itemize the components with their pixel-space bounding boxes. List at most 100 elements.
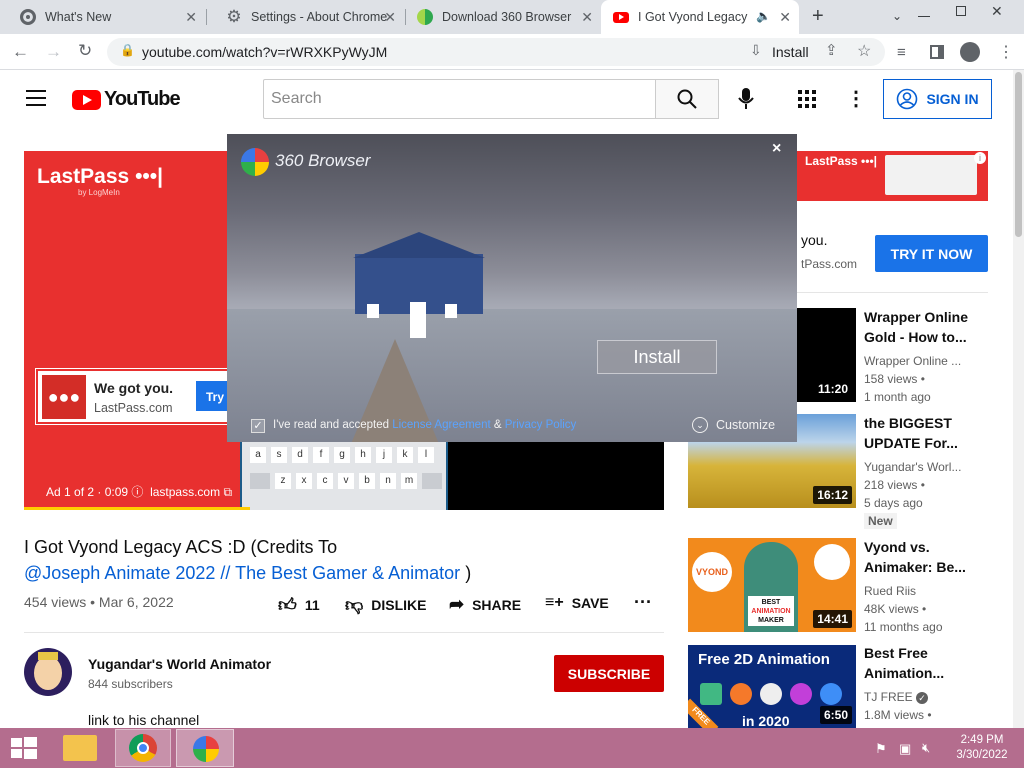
related-thumbnail[interactable]: VYOND BEST ANIMATION MAKER 14:41 xyxy=(688,538,856,632)
install-app-icon[interactable]: ⇩ xyxy=(750,42,762,59)
ad-card[interactable]: ●●● We got you. LastPass.com Try xyxy=(36,369,236,424)
more-actions-icon[interactable]: ··· xyxy=(634,592,652,613)
close-tab-icon[interactable]: ✕ xyxy=(185,9,197,26)
tab-title: What's New xyxy=(45,10,112,24)
share-icon[interactable]: ⇪ xyxy=(825,41,838,59)
video-description: link to his channel xyxy=(88,712,200,728)
license-link[interactable]: License Agreement xyxy=(392,419,490,431)
installer-taskbar-button[interactable] xyxy=(176,729,234,767)
youtube-logo[interactable]: YouTube xyxy=(72,88,181,111)
subscriber-count: 844 subscribers xyxy=(88,677,173,691)
close-window-icon[interactable]: ✕ xyxy=(991,3,1003,20)
related-age: 5 days ago xyxy=(864,496,923,510)
tab-settings[interactable]: ⚙ Settings - About Chrome ✕ xyxy=(206,0,404,34)
related-title[interactable]: Best Free Animation... xyxy=(864,643,984,683)
chrome-menu-icon[interactable]: ⋮ xyxy=(998,42,1014,62)
action-center-flag-icon[interactable]: ⚑ xyxy=(875,741,887,757)
app-icons xyxy=(700,683,842,705)
close-tab-icon[interactable]: ✕ xyxy=(779,9,791,26)
ad-card-sub: LastPass.com xyxy=(94,401,173,415)
like-button[interactable]: 👍︎ 11 xyxy=(278,594,320,616)
more-options-icon[interactable]: ⋮ xyxy=(846,86,866,111)
customize-link[interactable]: Customize xyxy=(716,418,775,432)
channel-name[interactable]: Yugandar's World Animator xyxy=(88,656,271,672)
file-explorer-icon[interactable] xyxy=(63,735,97,761)
360-logo-icon xyxy=(193,736,219,762)
back-icon[interactable]: ← xyxy=(12,43,29,61)
volume-muted-icon[interactable]: 🔇︎ xyxy=(922,740,930,756)
profile-avatar-icon[interactable] xyxy=(960,42,980,62)
reload-icon[interactable]: ↻ xyxy=(78,42,92,60)
ad-info-icon[interactable]: i xyxy=(974,152,986,164)
tab-search-icon[interactable]: ⌄ xyxy=(892,9,902,23)
related-views: 1.8M views • xyxy=(864,708,932,722)
tab-download-360[interactable]: Download 360 Browser fo ✕ xyxy=(405,0,601,34)
related-channel: Yugandar's Worl... xyxy=(864,460,962,474)
microphone-icon[interactable] xyxy=(738,88,754,110)
share-button[interactable]: ➦ SHARE xyxy=(449,594,521,615)
close-tab-icon[interactable]: ✕ xyxy=(384,9,396,26)
side-panel-icon[interactable] xyxy=(930,45,944,59)
sign-in-label: SIGN IN xyxy=(926,91,979,107)
related-title[interactable]: Vyond vs. Animaker: Be... xyxy=(864,537,984,577)
thumb-text: Free 2D Animation xyxy=(698,651,830,668)
bookmark-star-icon[interactable]: ☆ xyxy=(857,41,871,61)
related-age: 1 month ago xyxy=(864,390,931,404)
restore-icon[interactable] xyxy=(956,6,966,16)
keyboard-graphic: a s d f g h j k l z x c v b n m xyxy=(240,441,448,510)
tab-youtube-active[interactable]: I Got Vyond Legacy ACS 🔈 ✕ xyxy=(601,0,799,34)
agree-checkbox[interactable]: ✓ xyxy=(251,419,265,433)
url-text[interactable]: youtube.com/watch?v=rWRXKPyWyJM xyxy=(142,44,387,60)
search-input[interactable]: Search xyxy=(263,79,656,119)
scrollbar-thumb[interactable] xyxy=(1015,72,1022,237)
side-ad-domain: tPass.com xyxy=(801,257,858,271)
minimize-icon[interactable] xyxy=(918,16,930,17)
customize-chevron-icon[interactable]: ⌄ xyxy=(692,417,708,433)
device-graphic xyxy=(885,155,977,195)
clock-date: 3/30/2022 xyxy=(956,749,1008,761)
tab-title: Download 360 Browser fo xyxy=(442,10,574,24)
speaker-icon[interactable]: 🔈 xyxy=(756,9,771,23)
network-icon[interactable]: ▣ xyxy=(899,741,911,757)
clock[interactable]: 2:49 PM 3/30/2022 xyxy=(950,733,1014,763)
keyboard-row: a s d f g h j k l xyxy=(250,447,434,463)
address-bar[interactable]: 🔒 youtube.com/watch?v=rWRXKPyWyJM ⇩ Inst… xyxy=(107,38,885,66)
forward-icon[interactable]: → xyxy=(45,43,62,61)
clock-time: 2:49 PM xyxy=(960,734,1004,746)
tab-title: I Got Vyond Legacy ACS xyxy=(638,10,748,24)
gear-icon: ⚙ xyxy=(226,7,242,26)
dislike-button[interactable]: 👎︎ DISLIKE xyxy=(345,594,427,616)
tab-whats-new[interactable]: What's New ✕ xyxy=(0,0,205,34)
related-thumbnail[interactable]: Free 2D Animation in 2020 FREE 6:50 xyxy=(688,645,856,728)
title-link[interactable]: @Joseph Animate 2022 // The Best Gamer &… xyxy=(24,563,460,583)
subscribe-button[interactable]: SUBSCRIBE xyxy=(554,655,664,692)
chrome-icon xyxy=(20,9,36,25)
page-scrollbar[interactable] xyxy=(1013,70,1024,728)
youtube-play-icon xyxy=(72,89,101,110)
privacy-link[interactable]: Privacy Policy xyxy=(505,419,577,431)
search-button[interactable] xyxy=(655,79,719,119)
try-it-now-button[interactable]: TRY IT NOW xyxy=(875,235,988,272)
new-tab-icon[interactable]: + xyxy=(812,5,824,28)
hamburger-menu-icon[interactable] xyxy=(26,90,46,106)
dialog-close-button[interactable]: × xyxy=(772,140,781,158)
related-title[interactable]: Wrapper Online Gold - How to... xyxy=(864,307,984,347)
install-button[interactable]: Install xyxy=(597,340,717,374)
verified-icon: ✓ xyxy=(916,692,929,704)
close-tab-icon[interactable]: ✕ xyxy=(581,9,593,26)
apps-grid-icon[interactable] xyxy=(798,90,816,108)
logo-text: YouTube xyxy=(104,88,181,110)
related-title[interactable]: the BIGGEST UPDATE For... xyxy=(864,413,984,453)
chrome-taskbar-button[interactable] xyxy=(115,729,171,767)
share-arrow-icon: ➦ xyxy=(449,594,465,614)
save-button[interactable]: ≡+ SAVE xyxy=(545,594,609,612)
install-app-label[interactable]: Install xyxy=(772,44,809,60)
sign-in-button[interactable]: SIGN IN xyxy=(883,79,992,119)
ad-info: Ad 1 of 2 · 0:09 ⓘ lastpass.com ⧉ xyxy=(46,485,233,499)
lastpass-logo: LastPass •••| xyxy=(37,165,164,188)
related-channel: TJ FREE ✓ xyxy=(864,688,984,706)
media-control-icon[interactable]: ≡ xyxy=(897,44,906,61)
side-ad-banner[interactable]: LastPass •••| i xyxy=(797,151,988,201)
channel-avatar[interactable] xyxy=(24,648,72,696)
windows-start-icon[interactable] xyxy=(11,737,37,759)
